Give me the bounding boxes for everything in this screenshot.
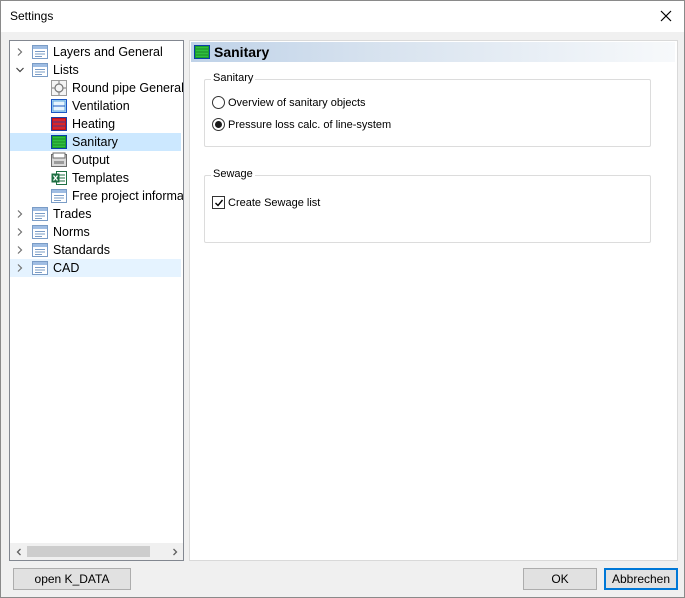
- settings-window: Settings Layers and General Lists Round pi…: [0, 0, 685, 598]
- tree-item-label: Free project information: [72, 189, 183, 203]
- chevron-right-icon[interactable]: [15, 47, 25, 57]
- tree-item[interactable]: Sanitary: [10, 133, 181, 151]
- checkbox-label: Create Sewage list: [228, 196, 321, 209]
- chevron-right-icon[interactable]: [15, 209, 25, 219]
- ok-button[interactable]: OK: [523, 568, 597, 590]
- open-kdata-button[interactable]: open K_DATA: [13, 568, 131, 590]
- sanitary-icon: [51, 135, 67, 149]
- list-icon: [51, 189, 67, 203]
- chevron-down-icon[interactable]: [15, 65, 25, 75]
- title-bar[interactable]: Settings: [1, 1, 684, 32]
- chevron-left-icon: [16, 548, 21, 555]
- tree-item-label: Templates: [72, 171, 129, 185]
- scroll-right-button[interactable]: [166, 543, 183, 560]
- tree-item[interactable]: Free project information: [10, 187, 183, 205]
- settings-tree[interactable]: Layers and General Lists Round pipe Genera…: [9, 40, 184, 561]
- list-icon: [32, 261, 48, 275]
- content-panel: Sanitary Sanitary Overview of sanitary o…: [189, 40, 678, 561]
- tree-item-label: Standards: [53, 243, 110, 257]
- tree-item[interactable]: Trades: [10, 205, 181, 223]
- round-pipe-icon: [51, 80, 67, 96]
- radio-overview-sanitary[interactable]: Overview of sanitary objects: [212, 96, 366, 109]
- checkbox-checked[interactable]: [212, 196, 225, 209]
- close-button[interactable]: [648, 1, 684, 31]
- tree-viewport: Layers and General Lists Round pipe Genera…: [10, 41, 183, 544]
- list-icon: [32, 63, 48, 77]
- horizontal-scrollbar[interactable]: [10, 543, 183, 560]
- page-header: Sanitary: [191, 42, 675, 62]
- list-icon: [32, 225, 48, 239]
- chevron-right-icon[interactable]: [15, 245, 25, 255]
- sanitary-groupbox: Sanitary Overview of sanitary objects Pr…: [204, 72, 651, 147]
- tree-item-label: Trades: [53, 207, 92, 221]
- tree-item[interactable]: Output: [10, 151, 181, 169]
- tree-item[interactable]: Ventilation: [10, 97, 181, 115]
- radio-button-checked[interactable]: [212, 118, 225, 131]
- close-icon: [660, 10, 672, 22]
- scroll-left-button[interactable]: [10, 543, 27, 560]
- tree-item[interactable]: Layers and General: [10, 43, 181, 61]
- tree-item-label: Layers and General: [53, 45, 163, 59]
- tree-item-label: CAD: [53, 261, 80, 275]
- tree-item-label: Heating: [72, 117, 116, 131]
- tree-item[interactable]: Norms: [10, 223, 181, 241]
- excel-icon: [51, 171, 67, 185]
- radio-label: Overview of sanitary objects: [228, 96, 366, 109]
- radio-label: Pressure loss calc. of line-system: [228, 118, 392, 131]
- window-title: Settings: [10, 9, 54, 23]
- tree-item[interactable]: Heating: [10, 115, 181, 133]
- tree-item-label: Output: [72, 153, 110, 167]
- sewage-group-label: Sewage: [211, 168, 255, 180]
- tree-item-label: Lists: [53, 63, 79, 77]
- cancel-button[interactable]: Abbrechen: [604, 568, 678, 590]
- radio-pressure-loss[interactable]: Pressure loss calc. of line-system: [212, 118, 391, 131]
- sewage-groupbox: Sewage Create Sewage list: [204, 168, 651, 243]
- list-icon: [32, 45, 48, 59]
- list-icon: [32, 243, 48, 257]
- tree-item-label: Norms: [53, 225, 90, 239]
- tree-item[interactable]: Round pipe General: [10, 79, 183, 97]
- create-sewage-list-checkbox[interactable]: Create Sewage list: [212, 196, 320, 209]
- chevron-right-icon: [172, 548, 177, 555]
- tree-item-label: Ventilation: [72, 99, 130, 113]
- chevron-right-icon[interactable]: [15, 263, 25, 273]
- radio-button-unchecked[interactable]: [212, 96, 225, 109]
- tree-item[interactable]: Templates: [10, 169, 181, 187]
- heating-icon: [51, 117, 67, 131]
- page-title: Sanitary: [214, 44, 270, 60]
- list-icon: [32, 207, 48, 221]
- tree-item-label: Round pipe General: [72, 81, 183, 95]
- output-icon: [51, 152, 67, 167]
- sanitary-group-label: Sanitary: [211, 72, 256, 84]
- tree-item[interactable]: Standards: [10, 241, 181, 259]
- scrollbar-thumb[interactable]: [27, 546, 150, 557]
- tree-item-label: Sanitary: [72, 135, 118, 149]
- checkmark-icon: [214, 199, 223, 207]
- ventilation-icon: [51, 99, 67, 113]
- chevron-right-icon[interactable]: [15, 227, 25, 237]
- tree-item[interactable]: Lists: [10, 61, 181, 79]
- sanitary-icon: [194, 45, 210, 59]
- tree-item[interactable]: CAD: [10, 259, 181, 277]
